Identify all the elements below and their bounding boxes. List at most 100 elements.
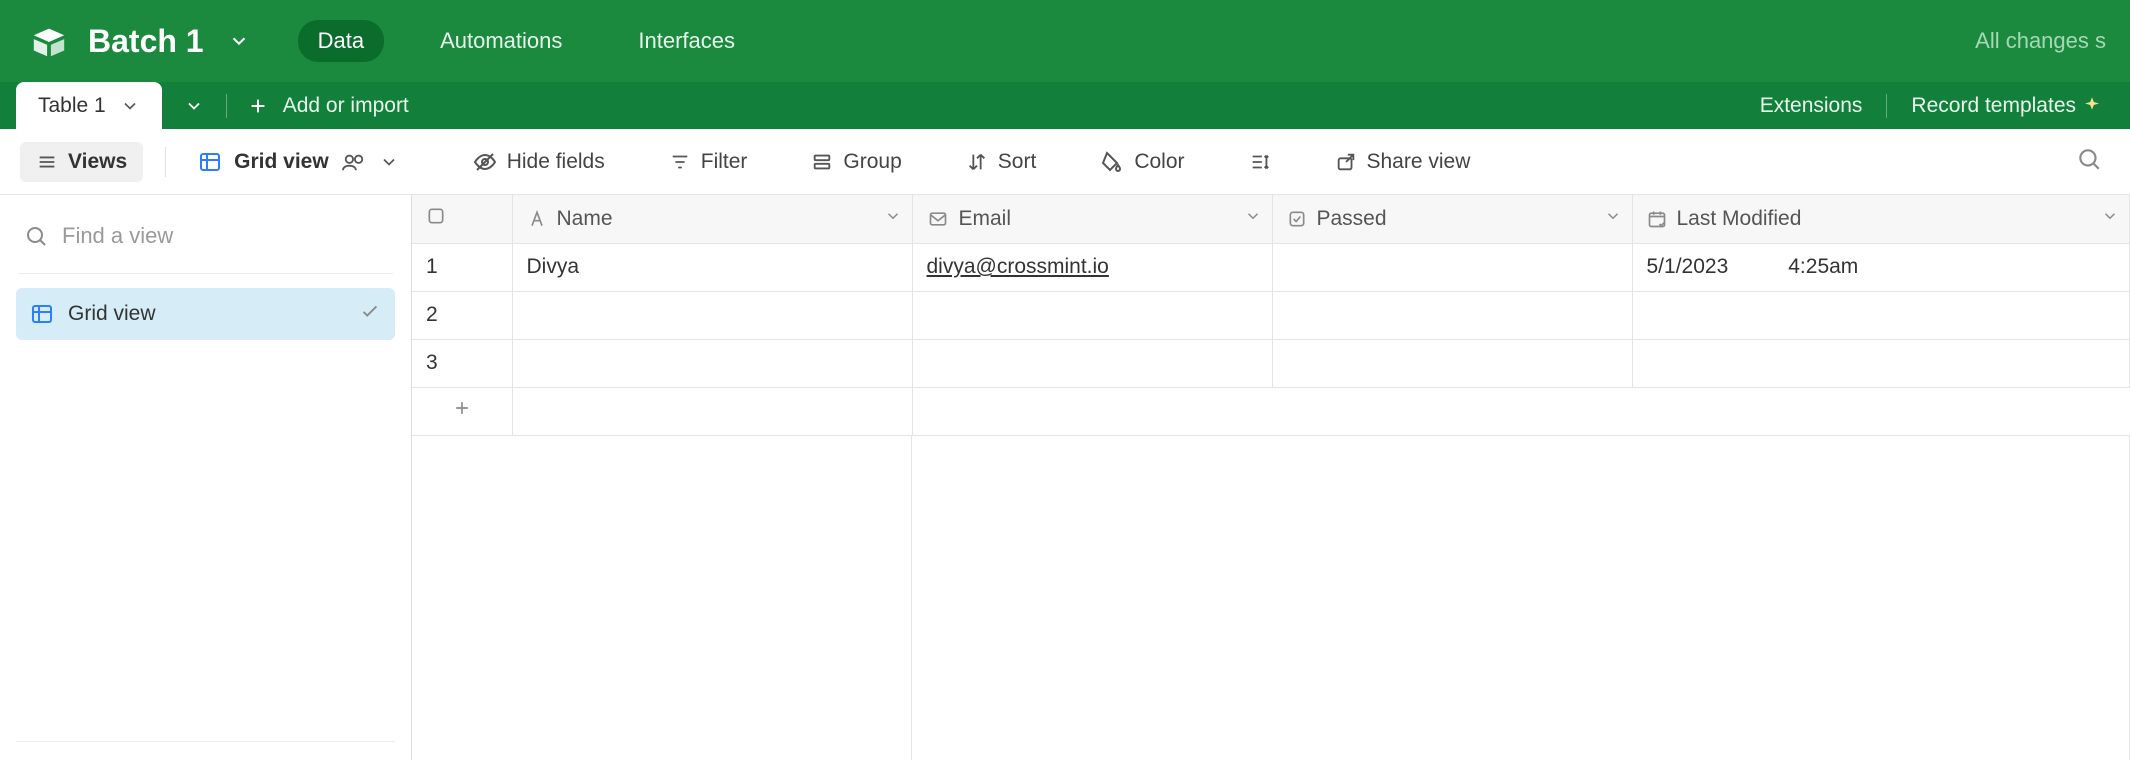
views-label: Views	[68, 150, 127, 174]
email-link[interactable]: divya@crossmint.io	[927, 255, 1109, 278]
base-name: Batch 1	[88, 23, 204, 60]
paint-bucket-icon	[1100, 150, 1124, 174]
record-templates-button[interactable]: Record templates	[1911, 94, 2102, 118]
sync-status: All changes s	[1975, 28, 2106, 54]
chevron-down-icon[interactable]	[884, 207, 902, 231]
tab-automations[interactable]: Automations	[420, 20, 582, 62]
header-nav: Data Automations Interfaces	[298, 20, 755, 62]
column-header-email[interactable]: Email	[912, 195, 1272, 243]
row-height-icon	[1249, 151, 1271, 173]
chevron-down-icon	[120, 96, 140, 116]
filter-label: Filter	[701, 150, 748, 174]
table-row[interactable]: 2	[412, 291, 2130, 339]
table-tab-label: Table 1	[38, 94, 106, 118]
views-sidebar: Grid view	[0, 195, 412, 760]
group-button[interactable]: Group	[801, 144, 911, 180]
extensions-label: Extensions	[1760, 94, 1863, 118]
share-icon	[1335, 151, 1357, 173]
modified-time-icon	[1647, 209, 1667, 229]
sort-button[interactable]: Sort	[956, 144, 1047, 180]
cell-last-modified[interactable]	[1632, 339, 2130, 387]
base-switcher[interactable]: Batch 1	[30, 22, 250, 60]
search-records-button[interactable]	[2068, 138, 2110, 185]
table-list-dropdown[interactable]	[162, 82, 226, 129]
views-sidebar-toggle[interactable]: Views	[20, 142, 143, 182]
group-icon	[811, 151, 833, 173]
cell-passed[interactable]	[1272, 339, 1632, 387]
row-number[interactable]: 3	[412, 339, 512, 387]
text-field-icon	[527, 209, 547, 229]
view-toolbar: Views Grid view Hide fields Filter Group	[0, 129, 2130, 195]
chevron-down-icon	[379, 152, 399, 172]
chevron-down-icon	[228, 30, 250, 52]
cell-last-modified[interactable]: 5/1/2023 4:25am	[1632, 243, 2130, 291]
cell-email[interactable]	[912, 339, 1272, 387]
cell-passed[interactable]	[1272, 291, 1632, 339]
eye-off-icon	[473, 150, 497, 174]
column-header-name[interactable]: Name	[512, 195, 912, 243]
base-logo-icon	[30, 22, 68, 60]
current-view-button[interactable]: Grid view	[188, 144, 409, 180]
divider	[165, 147, 166, 177]
sparkle-icon	[2082, 96, 2102, 116]
color-button[interactable]: Color	[1090, 144, 1194, 180]
cell-name[interactable]: Divya	[512, 243, 912, 291]
chevron-down-icon	[184, 96, 204, 116]
menu-icon	[36, 151, 58, 173]
find-view-input[interactable]	[62, 223, 387, 249]
grid-view-icon	[30, 302, 54, 326]
row-height-button[interactable]	[1239, 145, 1281, 179]
plus-icon	[452, 398, 472, 418]
divider	[16, 741, 395, 742]
column-header-passed[interactable]: Passed	[1272, 195, 1632, 243]
hide-fields-button[interactable]: Hide fields	[463, 144, 615, 180]
column-header-last-modified[interactable]: Last Modified	[1632, 195, 2130, 243]
cell-email[interactable]	[912, 291, 1272, 339]
cell-passed[interactable]	[1272, 243, 1632, 291]
cell-last-modified[interactable]	[1632, 291, 2130, 339]
filter-button[interactable]: Filter	[659, 144, 758, 180]
divider	[18, 273, 393, 274]
column-label: Email	[959, 207, 1012, 231]
tab-interfaces[interactable]: Interfaces	[618, 20, 755, 62]
divider	[1886, 94, 1887, 118]
search-icon	[24, 224, 48, 248]
app-header: Batch 1 Data Automations Interfaces All …	[0, 0, 2130, 82]
cell-name[interactable]	[512, 291, 912, 339]
grid-area: Name Email Passed	[412, 195, 2130, 760]
search-icon	[2076, 146, 2102, 172]
sidebar-view-item[interactable]: Grid view	[16, 288, 395, 340]
add-or-import-button[interactable]: Add or import	[227, 94, 429, 118]
column-label: Passed	[1317, 207, 1387, 231]
check-icon	[359, 300, 381, 328]
chevron-down-icon[interactable]	[1604, 207, 1622, 231]
table-row[interactable]: 1 Divya divya@crossmint.io 5/1/2023 4:25…	[412, 243, 2130, 291]
share-view-button[interactable]: Share view	[1325, 144, 1481, 180]
checkbox-field-icon	[1287, 209, 1307, 229]
share-view-label: Share view	[1367, 150, 1471, 174]
table-row[interactable]: 3	[412, 339, 2130, 387]
chevron-down-icon[interactable]	[1244, 207, 1262, 231]
tab-data[interactable]: Data	[298, 20, 384, 62]
color-label: Color	[1134, 150, 1184, 174]
cell-email[interactable]: divya@crossmint.io	[912, 243, 1272, 291]
grid-empty-area	[412, 436, 2130, 760]
row-number[interactable]: 2	[412, 291, 512, 339]
select-all-header[interactable]	[412, 195, 512, 243]
row-number[interactable]: 1	[412, 243, 512, 291]
collaborators-icon	[341, 151, 367, 173]
cell-name[interactable]	[512, 339, 912, 387]
grid-view-icon	[198, 150, 222, 174]
sidebar-view-label: Grid view	[68, 302, 156, 326]
column-label: Name	[557, 207, 613, 231]
add-row[interactable]	[412, 387, 2130, 435]
filter-icon	[669, 151, 691, 173]
add-row-button[interactable]	[412, 387, 512, 435]
find-view-box[interactable]	[16, 213, 395, 259]
chevron-down-icon[interactable]	[2101, 207, 2119, 231]
email-icon	[927, 209, 949, 229]
record-templates-label: Record templates	[1911, 94, 2076, 118]
extensions-button[interactable]: Extensions	[1760, 94, 1863, 118]
add-or-import-label: Add or import	[283, 94, 409, 118]
table-tab-active[interactable]: Table 1	[16, 82, 162, 129]
